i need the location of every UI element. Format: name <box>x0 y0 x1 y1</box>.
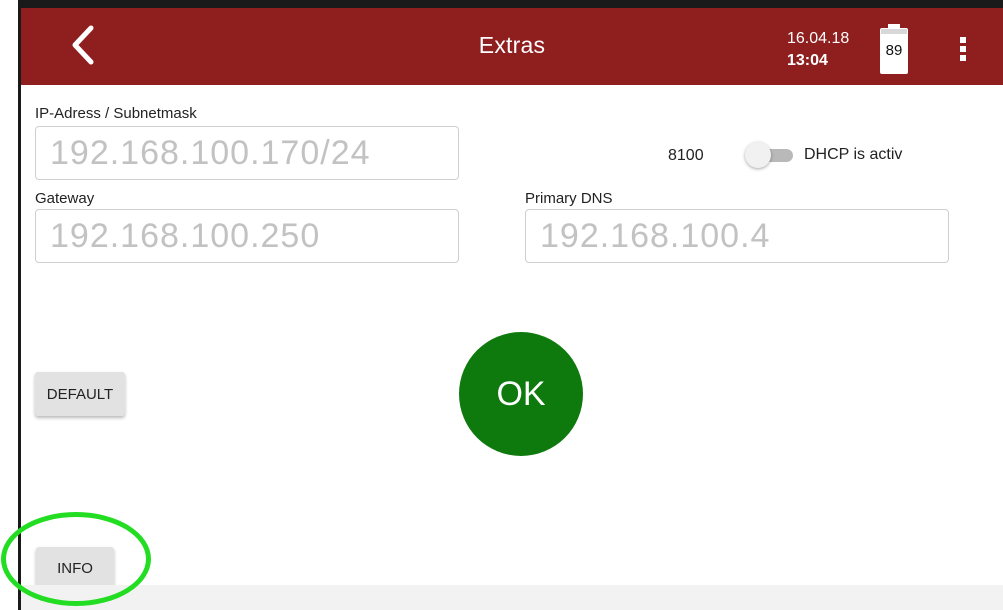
app-window: Extras 16.04.18 13:04 89 IP-Adress / Sub… <box>0 0 1003 610</box>
more-vert-icon <box>960 37 966 43</box>
gateway-label: Gateway <box>35 190 95 207</box>
info-button[interactable]: INFO <box>36 547 114 589</box>
battery-indicator: 89 <box>880 24 908 74</box>
date-text: 16.04.18 <box>787 30 850 47</box>
date-time: 16.04.18 13:04 <box>787 28 849 72</box>
time-text: 13:04 <box>787 52 828 69</box>
window-border <box>18 0 1003 8</box>
ip-address-input[interactable] <box>35 126 459 180</box>
bottom-bar <box>21 585 1003 610</box>
dhcp-toggle[interactable] <box>745 142 795 168</box>
ip-address-label: IP-Adress / Subnetmask <box>35 105 197 122</box>
battery-level: 89 <box>885 42 903 59</box>
gateway-input[interactable] <box>35 209 459 263</box>
port-value: 8100 <box>668 147 704 164</box>
overflow-menu-button[interactable] <box>951 34 975 64</box>
settings-panel: IP-Adress / Subnetmask 8100 DHCP is acti… <box>21 85 1003 589</box>
primary-dns-input[interactable] <box>525 209 949 263</box>
dhcp-label: DHCP is activ <box>804 146 903 163</box>
default-button[interactable]: DEFAULT <box>35 372 125 416</box>
app-bar: Extras 16.04.18 13:04 89 <box>21 8 1003 85</box>
ok-button[interactable]: OK <box>459 332 583 456</box>
page-title: Extras <box>478 32 546 58</box>
primary-dns-label: Primary DNS <box>525 190 613 207</box>
